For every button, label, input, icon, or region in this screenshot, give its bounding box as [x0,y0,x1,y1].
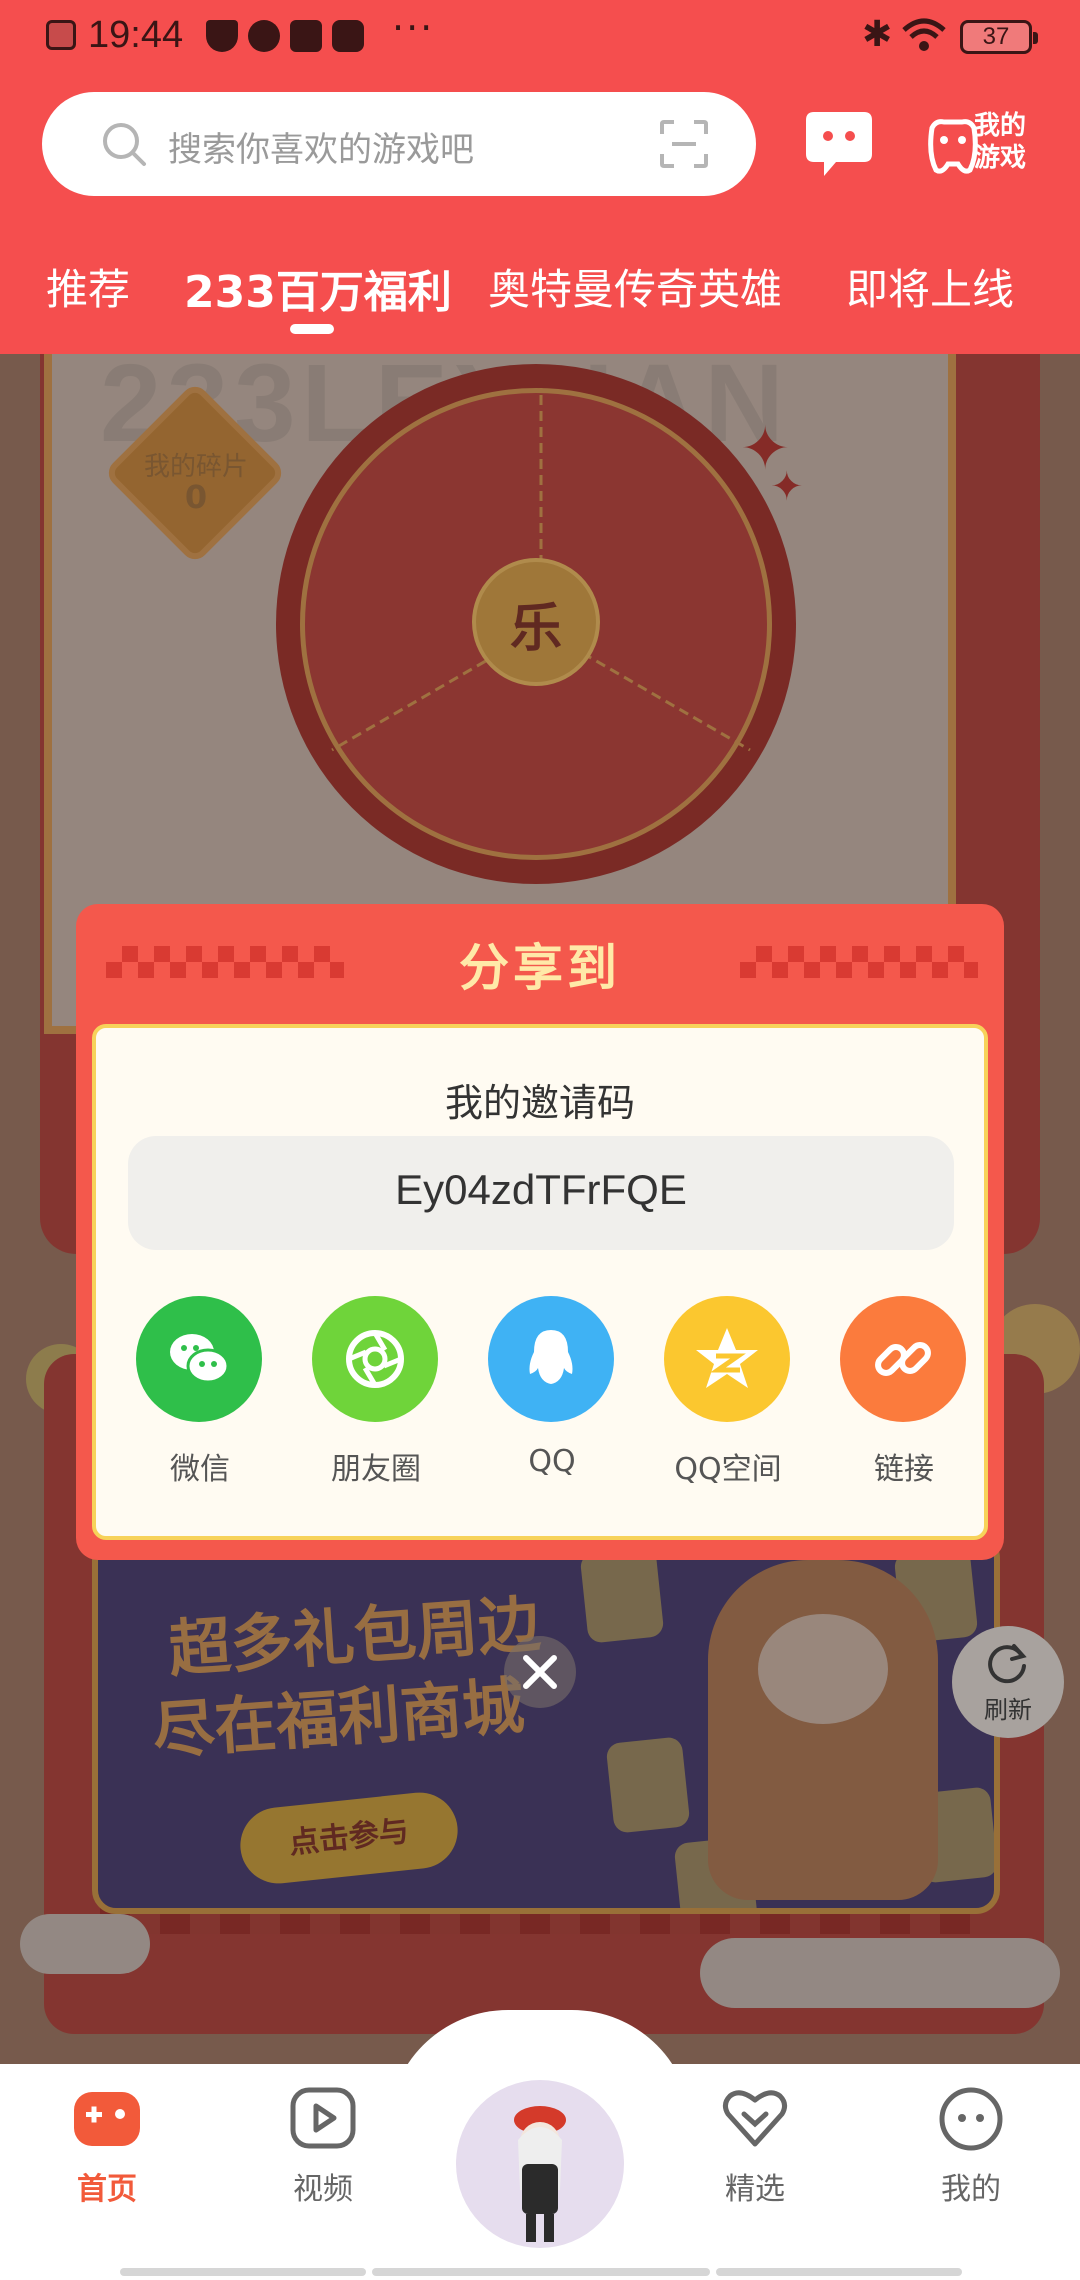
share-moments-circle [312,1296,438,1422]
share-dialog-title: 分享到 [459,939,621,997]
search-icon [103,123,146,166]
close-icon [523,1655,557,1689]
nav-video[interactable]: 视频 [248,2084,398,2207]
tab-233-welfare[interactable]: 233百万福利 [184,256,452,320]
my-games-label: 我的游戏 [974,111,1027,173]
bluetooth-icon: ✱ [862,14,893,55]
share-link-button[interactable]: 链接 [834,1296,974,1487]
share-wechat-label: 微信 [170,1452,230,1487]
video-icon [290,2087,356,2149]
my-games-button[interactable]: 我的游戏 [924,110,1036,180]
share-wechat-button[interactable]: 微信 [130,1296,270,1487]
qzone-icon [696,1328,758,1388]
mail-icon [290,20,322,52]
app-notification-icon [248,20,280,52]
nav-featured-label: 精选 [725,2172,785,2207]
share-link-circle [840,1296,966,1422]
scan-icon[interactable] [658,118,710,170]
share-link-label: 链接 [874,1452,934,1487]
refresh-label: 刷新 [984,1696,1032,1724]
share-moments-button[interactable]: 朋友圈 [306,1296,446,1487]
avatar-character [514,2106,566,2242]
refresh-button[interactable]: 刷新 [952,1626,1064,1738]
tab-indicator [290,324,334,334]
qq-icon [529,1330,573,1384]
invite-code-label: 我的邀请码 [444,1081,635,1125]
tab-coming-soon[interactable]: 即将上线 [846,256,1014,317]
notification-icon [46,20,76,50]
avatar[interactable] [456,2080,624,2248]
share-dialog: 分享到 我的邀请码 Ey04zdTFrFQE 微信 朋友圈 QQ QQ空间 链接 [76,904,1004,1560]
wifi-icon [902,18,946,51]
share-panel: 我的邀请码 Ey04zdTFrFQE 微信 朋友圈 QQ QQ空间 链接 [92,1024,988,1540]
close-dialog-button[interactable] [504,1636,576,1708]
tab-recommend[interactable]: 推荐 [46,256,130,317]
nav-me-label: 我的 [941,2172,1001,2207]
gesture-bar [372,2268,710,2276]
invite-code-value: Ey04zdTFrFQE [395,1166,687,1213]
category-tabs: 推荐 233百万福利 奥特曼传奇英雄 即将上线 [0,250,1080,340]
link-icon [875,1342,931,1376]
nav-me[interactable]: 我的 [896,2084,1046,2207]
top-header: 19:44 ··· ✱ 37 搜索你喜欢的游戏吧 我的游戏 推荐 233百万福利… [0,0,1080,354]
battery-icon: 37 [960,20,1038,54]
tab-ultraman[interactable]: 奥特曼传奇英雄 [488,256,782,317]
share-qq-button[interactable]: QQ [482,1296,622,1486]
nav-featured[interactable]: 精选 [680,2084,830,2207]
search-placeholder: 搜索你喜欢的游戏吧 [168,130,474,170]
wechat-icon [170,1334,230,1384]
status-bar: 19:44 ··· ✱ 37 [0,0,1080,72]
gesture-bar [716,2268,962,2276]
share-qq-label: QQ [528,1444,576,1479]
nav-home-label: 首页 [77,2172,137,2207]
refresh-icon [988,1644,1027,1684]
search-bar[interactable]: 搜索你喜欢的游戏吧 [42,92,756,196]
shield-icon [206,20,238,52]
status-time: 19:44 [88,14,184,56]
featured-heart-icon [722,2090,788,2147]
share-moments-label: 朋友圈 [331,1452,421,1487]
nav-video-label: 视频 [293,2172,353,2207]
invite-code-field[interactable]: Ey04zdTFrFQE [128,1136,954,1250]
profile-face-icon [939,2087,1003,2151]
share-qzone-circle [664,1296,790,1422]
more-notifications-icon: ··· [392,6,435,50]
home-gamepad-icon [74,2092,140,2146]
video-notification-icon [332,20,364,52]
message-icon[interactable] [804,106,874,180]
share-qq-circle [488,1296,614,1422]
moments-icon [346,1330,404,1388]
share-qzone-label: QQ空间 [674,1452,782,1487]
nav-home[interactable]: 首页 [32,2084,182,2207]
gesture-bar [120,2268,366,2276]
share-wechat-circle [136,1296,262,1422]
share-qzone-button[interactable]: QQ空间 [658,1296,798,1487]
